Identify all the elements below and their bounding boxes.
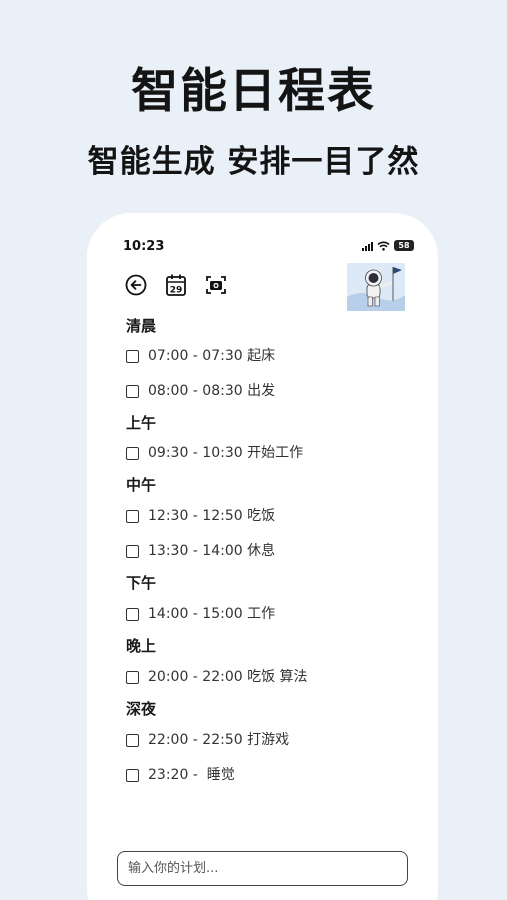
task-checkbox[interactable] <box>126 509 139 523</box>
battery-icon: 58 <box>394 240 414 251</box>
section-label: 下午 <box>126 574 157 592</box>
task-time: 12:30 - 12:50 <box>148 508 243 524</box>
signal-icon <box>362 241 373 251</box>
task-time: 07:00 - 07:30 <box>148 348 243 364</box>
task-title: 工作 <box>247 606 276 622</box>
promo-subtitle: 智能生成 安排一目了然 <box>87 144 420 180</box>
task-item[interactable]: 20:00 - 22:00 吃饭 算法 <box>126 668 418 686</box>
section-label: 上午 <box>126 414 157 432</box>
task-item[interactable]: 07:00 - 07:30 起床 <box>126 347 418 365</box>
task-checkbox[interactable] <box>126 733 139 747</box>
calendar-button[interactable]: 29 <box>163 272 189 298</box>
section-label: 晚上 <box>126 637 157 655</box>
task-checkbox[interactable] <box>126 544 139 558</box>
task-title: 休息 <box>247 543 276 559</box>
wifi-icon <box>377 241 390 251</box>
task-time: 23:20 - <box>148 767 198 783</box>
task-item[interactable]: 23:20 - 睡觉 <box>126 766 418 784</box>
task-title: 打游戏 <box>247 732 290 748</box>
task-time: 14:00 - 15:00 <box>148 606 243 622</box>
back-button[interactable] <box>123 272 149 298</box>
task-checkbox[interactable] <box>126 384 139 398</box>
phone-screen: 10:23 58 29 清晨 07:00 - 07:30 起床 08:00 - … <box>87 213 438 900</box>
task-checkbox[interactable] <box>126 607 139 621</box>
calendar-day: 29 <box>170 286 183 296</box>
task-time: 22:00 - 22:50 <box>148 732 243 748</box>
section-label: 中午 <box>126 476 157 494</box>
section-label: 深夜 <box>126 700 157 718</box>
section-label: 清晨 <box>126 317 157 335</box>
task-time: 08:00 - 08:30 <box>148 383 243 399</box>
task-title: 吃饭 算法 <box>247 669 308 685</box>
status-bar: 10:23 58 <box>123 239 414 255</box>
task-title: 睡觉 <box>206 767 235 783</box>
task-checkbox[interactable] <box>126 349 139 363</box>
calendar-icon: 29 <box>166 274 186 296</box>
camera-button[interactable] <box>203 272 229 298</box>
astronaut-avatar <box>347 263 405 311</box>
task-item[interactable]: 12:30 - 12:50 吃饭 <box>126 507 418 525</box>
task-checkbox[interactable] <box>126 768 139 782</box>
task-checkbox[interactable] <box>126 670 139 684</box>
task-item[interactable]: 22:00 - 22:50 打游戏 <box>126 731 418 749</box>
task-title: 吃饭 <box>247 508 276 524</box>
schedule-list: 清晨 07:00 - 07:30 起床 08:00 - 08:30 出发 上午 … <box>126 317 418 784</box>
task-title: 开始工作 <box>247 445 304 461</box>
status-icons: 58 <box>362 240 414 251</box>
task-time: 13:30 - 14:00 <box>148 543 243 559</box>
task-item[interactable]: 08:00 - 08:30 出发 <box>126 382 418 400</box>
task-item[interactable]: 09:30 - 10:30 开始工作 <box>126 444 418 462</box>
task-title: 出发 <box>247 383 276 399</box>
task-time: 09:30 - 10:30 <box>148 445 243 461</box>
task-item[interactable]: 14:00 - 15:00 工作 <box>126 605 418 623</box>
promo-title: 智能日程表 <box>131 64 376 119</box>
task-title: 起床 <box>247 348 276 364</box>
task-time: 20:00 - 22:00 <box>148 669 243 685</box>
status-time: 10:23 <box>123 239 165 254</box>
task-checkbox[interactable] <box>126 446 139 460</box>
back-arrow-icon <box>125 274 147 296</box>
toolbar: 29 <box>123 272 229 298</box>
camera-icon <box>206 276 226 294</box>
task-item[interactable]: 13:30 - 14:00 休息 <box>126 542 418 560</box>
plan-input[interactable] <box>117 851 408 886</box>
